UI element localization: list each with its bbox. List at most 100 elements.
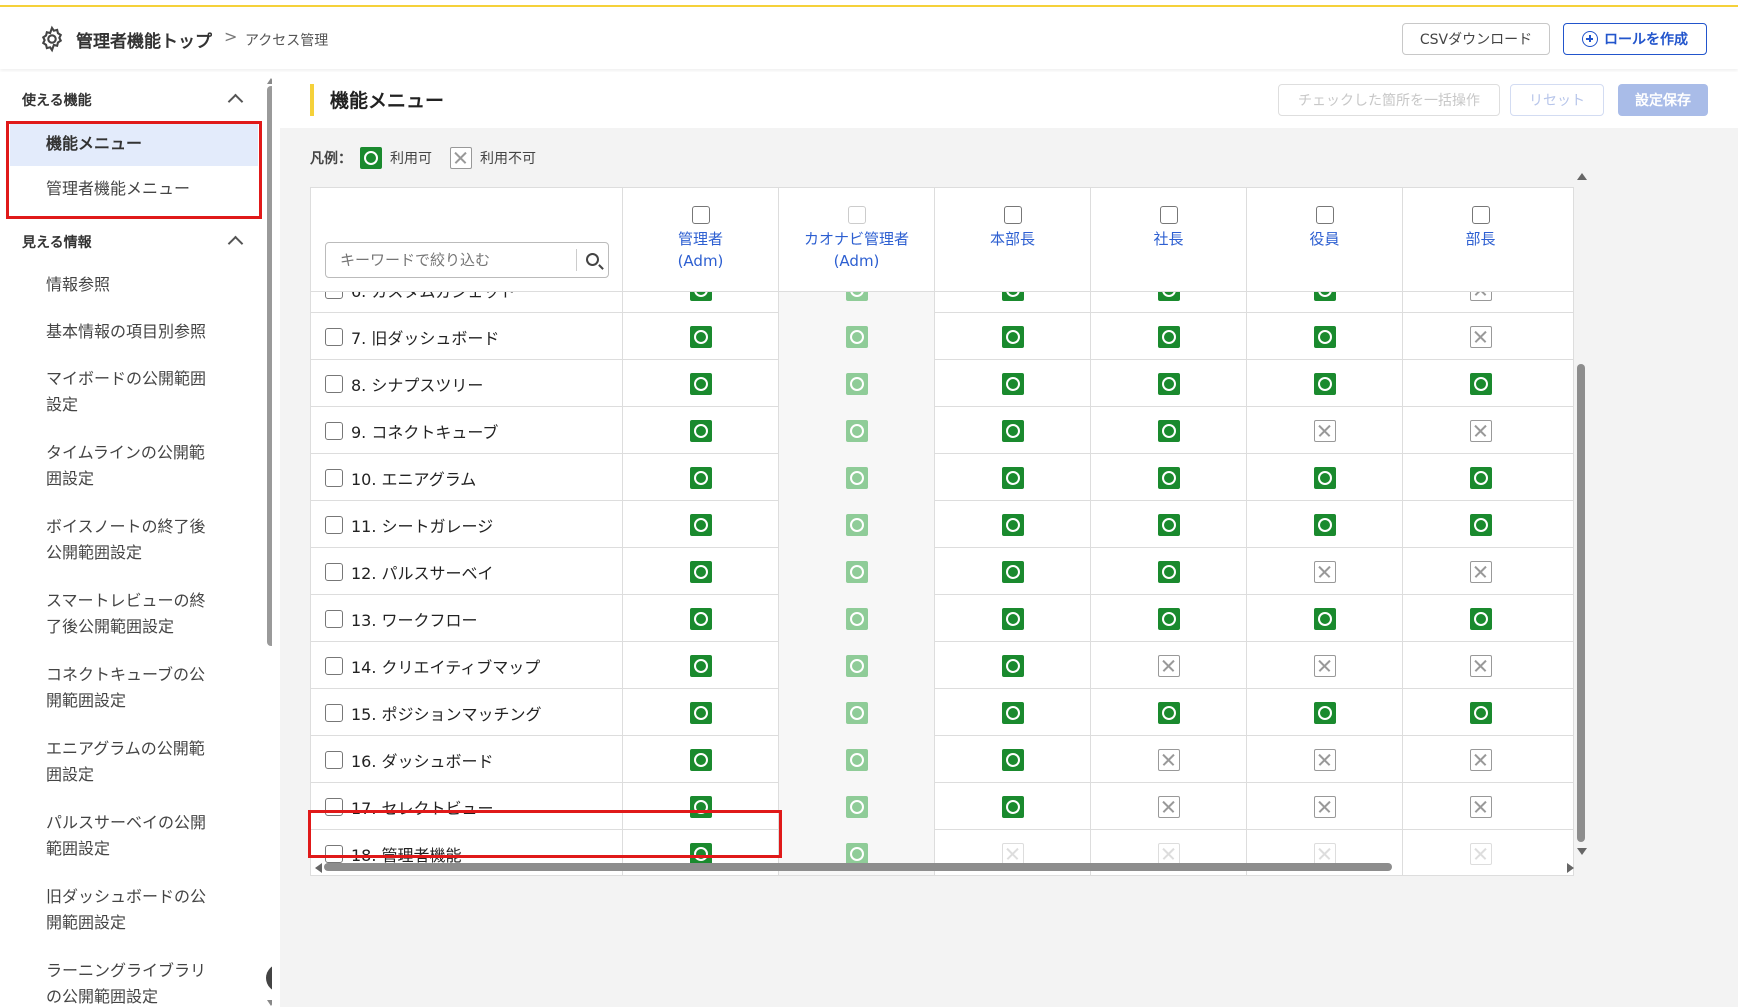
unavailable-icon[interactable] [1469,325,1492,348]
available-icon[interactable] [1157,466,1180,489]
sidebar-scroll-up-arrow[interactable] [267,78,272,84]
table-scroll-up-arrow[interactable] [1577,173,1587,180]
column-select-checkbox[interactable] [1003,206,1022,224]
unavailable-icon[interactable] [1313,795,1336,818]
available-icon[interactable] [1313,325,1336,348]
available-icon[interactable] [1157,607,1180,630]
available-icon[interactable] [689,607,712,630]
chevron-up-icon[interactable] [227,93,244,110]
available-icon[interactable] [1313,466,1336,489]
unavailable-icon[interactable] [1469,419,1492,442]
available-icon[interactable] [689,748,712,771]
keyword-search-input[interactable] [326,243,576,277]
available-icon[interactable] [689,701,712,724]
available-icon[interactable] [1001,654,1024,677]
table-scroll-left-arrow[interactable] [315,863,322,873]
available-icon[interactable] [1157,419,1180,442]
sidebar-item-enneagram-scope[interactable]: エニアグラムの公開範囲設定 [10,736,220,788]
column-role-name[interactable]: カオナビ管理者 [779,228,934,250]
table-scroll-down-arrow[interactable] [1577,848,1587,855]
unavailable-icon[interactable] [1313,748,1336,771]
unavailable-icon[interactable] [1469,795,1492,818]
row-select-checkbox[interactable] [325,656,343,675]
csv-download-button[interactable]: CSVダウンロード [1402,23,1550,55]
sidebar-item-smartreview-scope[interactable]: スマートレビューの終了後公開範囲設定 [10,588,220,640]
table-horizontal-scrollbar[interactable] [324,863,1392,871]
available-icon[interactable] [1157,372,1180,395]
available-icon[interactable] [1001,748,1024,771]
available-icon[interactable] [689,325,712,348]
sidebar-item-connectcube-scope[interactable]: コネクトキューブの公開範囲設定 [10,662,220,714]
column-select-checkbox[interactable] [691,206,710,224]
available-icon[interactable] [1469,701,1492,724]
sidebar-item-info-reference[interactable]: 情報参照 [10,272,258,298]
row-select-checkbox[interactable] [325,515,343,534]
available-icon[interactable] [1001,419,1024,442]
create-role-button[interactable]: ロールを作成 [1563,23,1707,55]
sidebar-scroll-down-arrow[interactable] [267,1000,272,1006]
available-icon[interactable] [1469,372,1492,395]
available-icon[interactable] [1157,513,1180,536]
available-icon[interactable] [1313,607,1336,630]
sidebar-item-timeline-scope[interactable]: タイムラインの公開範囲設定 [10,440,220,492]
available-icon[interactable] [1313,513,1336,536]
unavailable-icon[interactable] [1469,560,1492,583]
available-icon[interactable] [1469,607,1492,630]
available-icon[interactable] [1157,701,1180,724]
sidebar-item-pulsesurvey-scope[interactable]: パルスサーベイの公開範囲設定 [10,810,220,862]
unavailable-icon[interactable] [1313,419,1336,442]
table-scroll-right-arrow[interactable] [1567,863,1574,873]
available-icon[interactable] [1001,701,1024,724]
available-icon[interactable] [689,466,712,489]
available-icon[interactable] [1313,372,1336,395]
bulk-operation-button[interactable]: チェックした箇所を一括操作 [1278,84,1500,116]
available-icon[interactable] [1001,372,1024,395]
row-select-checkbox[interactable] [325,750,343,769]
available-icon[interactable] [1469,513,1492,536]
available-icon[interactable] [1157,325,1180,348]
breadcrumb-admin-top[interactable]: 管理者機能トップ [76,27,212,52]
column-select-checkbox[interactable] [1315,206,1334,224]
available-icon[interactable] [1157,560,1180,583]
sidebar-item-voicenote-scope[interactable]: ボイスノートの終了後公開範囲設定 [10,514,220,566]
sidebar-section-visible-info[interactable]: 見える情報 [22,232,92,252]
row-select-checkbox[interactable] [325,609,343,628]
available-icon[interactable] [1001,560,1024,583]
column-role-name[interactable]: 役員 [1247,228,1402,250]
column-role-name[interactable]: 管理者 [623,228,778,250]
column-role-name[interactable]: 社長 [1091,228,1246,250]
row-select-checkbox[interactable] [325,703,343,722]
available-icon[interactable] [689,654,712,677]
row-select-checkbox[interactable] [325,327,343,346]
table-vertical-scrollbar[interactable] [1577,364,1585,842]
row-select-checkbox[interactable] [325,468,343,487]
unavailable-icon[interactable] [1313,654,1336,677]
available-icon[interactable] [1001,466,1024,489]
available-icon[interactable] [1001,607,1024,630]
available-icon[interactable] [689,372,712,395]
chevron-up-icon[interactable] [227,235,244,252]
column-role-name[interactable]: 部長 [1403,228,1558,250]
available-icon[interactable] [1001,513,1024,536]
unavailable-icon[interactable] [1157,748,1180,771]
reset-button[interactable]: リセット [1510,84,1604,116]
unavailable-icon[interactable] [1469,654,1492,677]
save-settings-button[interactable]: 設定保存 [1618,84,1708,116]
column-select-checkbox[interactable] [847,206,866,224]
available-icon[interactable] [1313,701,1336,724]
column-select-checkbox[interactable] [1159,206,1178,224]
search-icon[interactable] [586,253,599,266]
row-select-checkbox[interactable] [325,374,343,393]
available-icon[interactable] [689,513,712,536]
sidebar-item-basic-info-reference[interactable]: 基本情報の項目別参照 [10,319,258,345]
sidebar-item-myboard-scope[interactable]: マイボードの公開範囲設定 [10,366,220,418]
unavailable-icon[interactable] [1469,748,1492,771]
row-select-checkbox[interactable] [325,562,343,581]
unavailable-icon[interactable] [1313,560,1336,583]
available-icon[interactable] [1469,466,1492,489]
sidebar-scrollbar[interactable] [267,86,272,646]
column-role-name[interactable]: 本部長 [935,228,1090,250]
column-select-checkbox[interactable] [1471,206,1490,224]
sidebar-collapse-button[interactable]: ‹ [266,964,272,992]
available-icon[interactable] [689,419,712,442]
